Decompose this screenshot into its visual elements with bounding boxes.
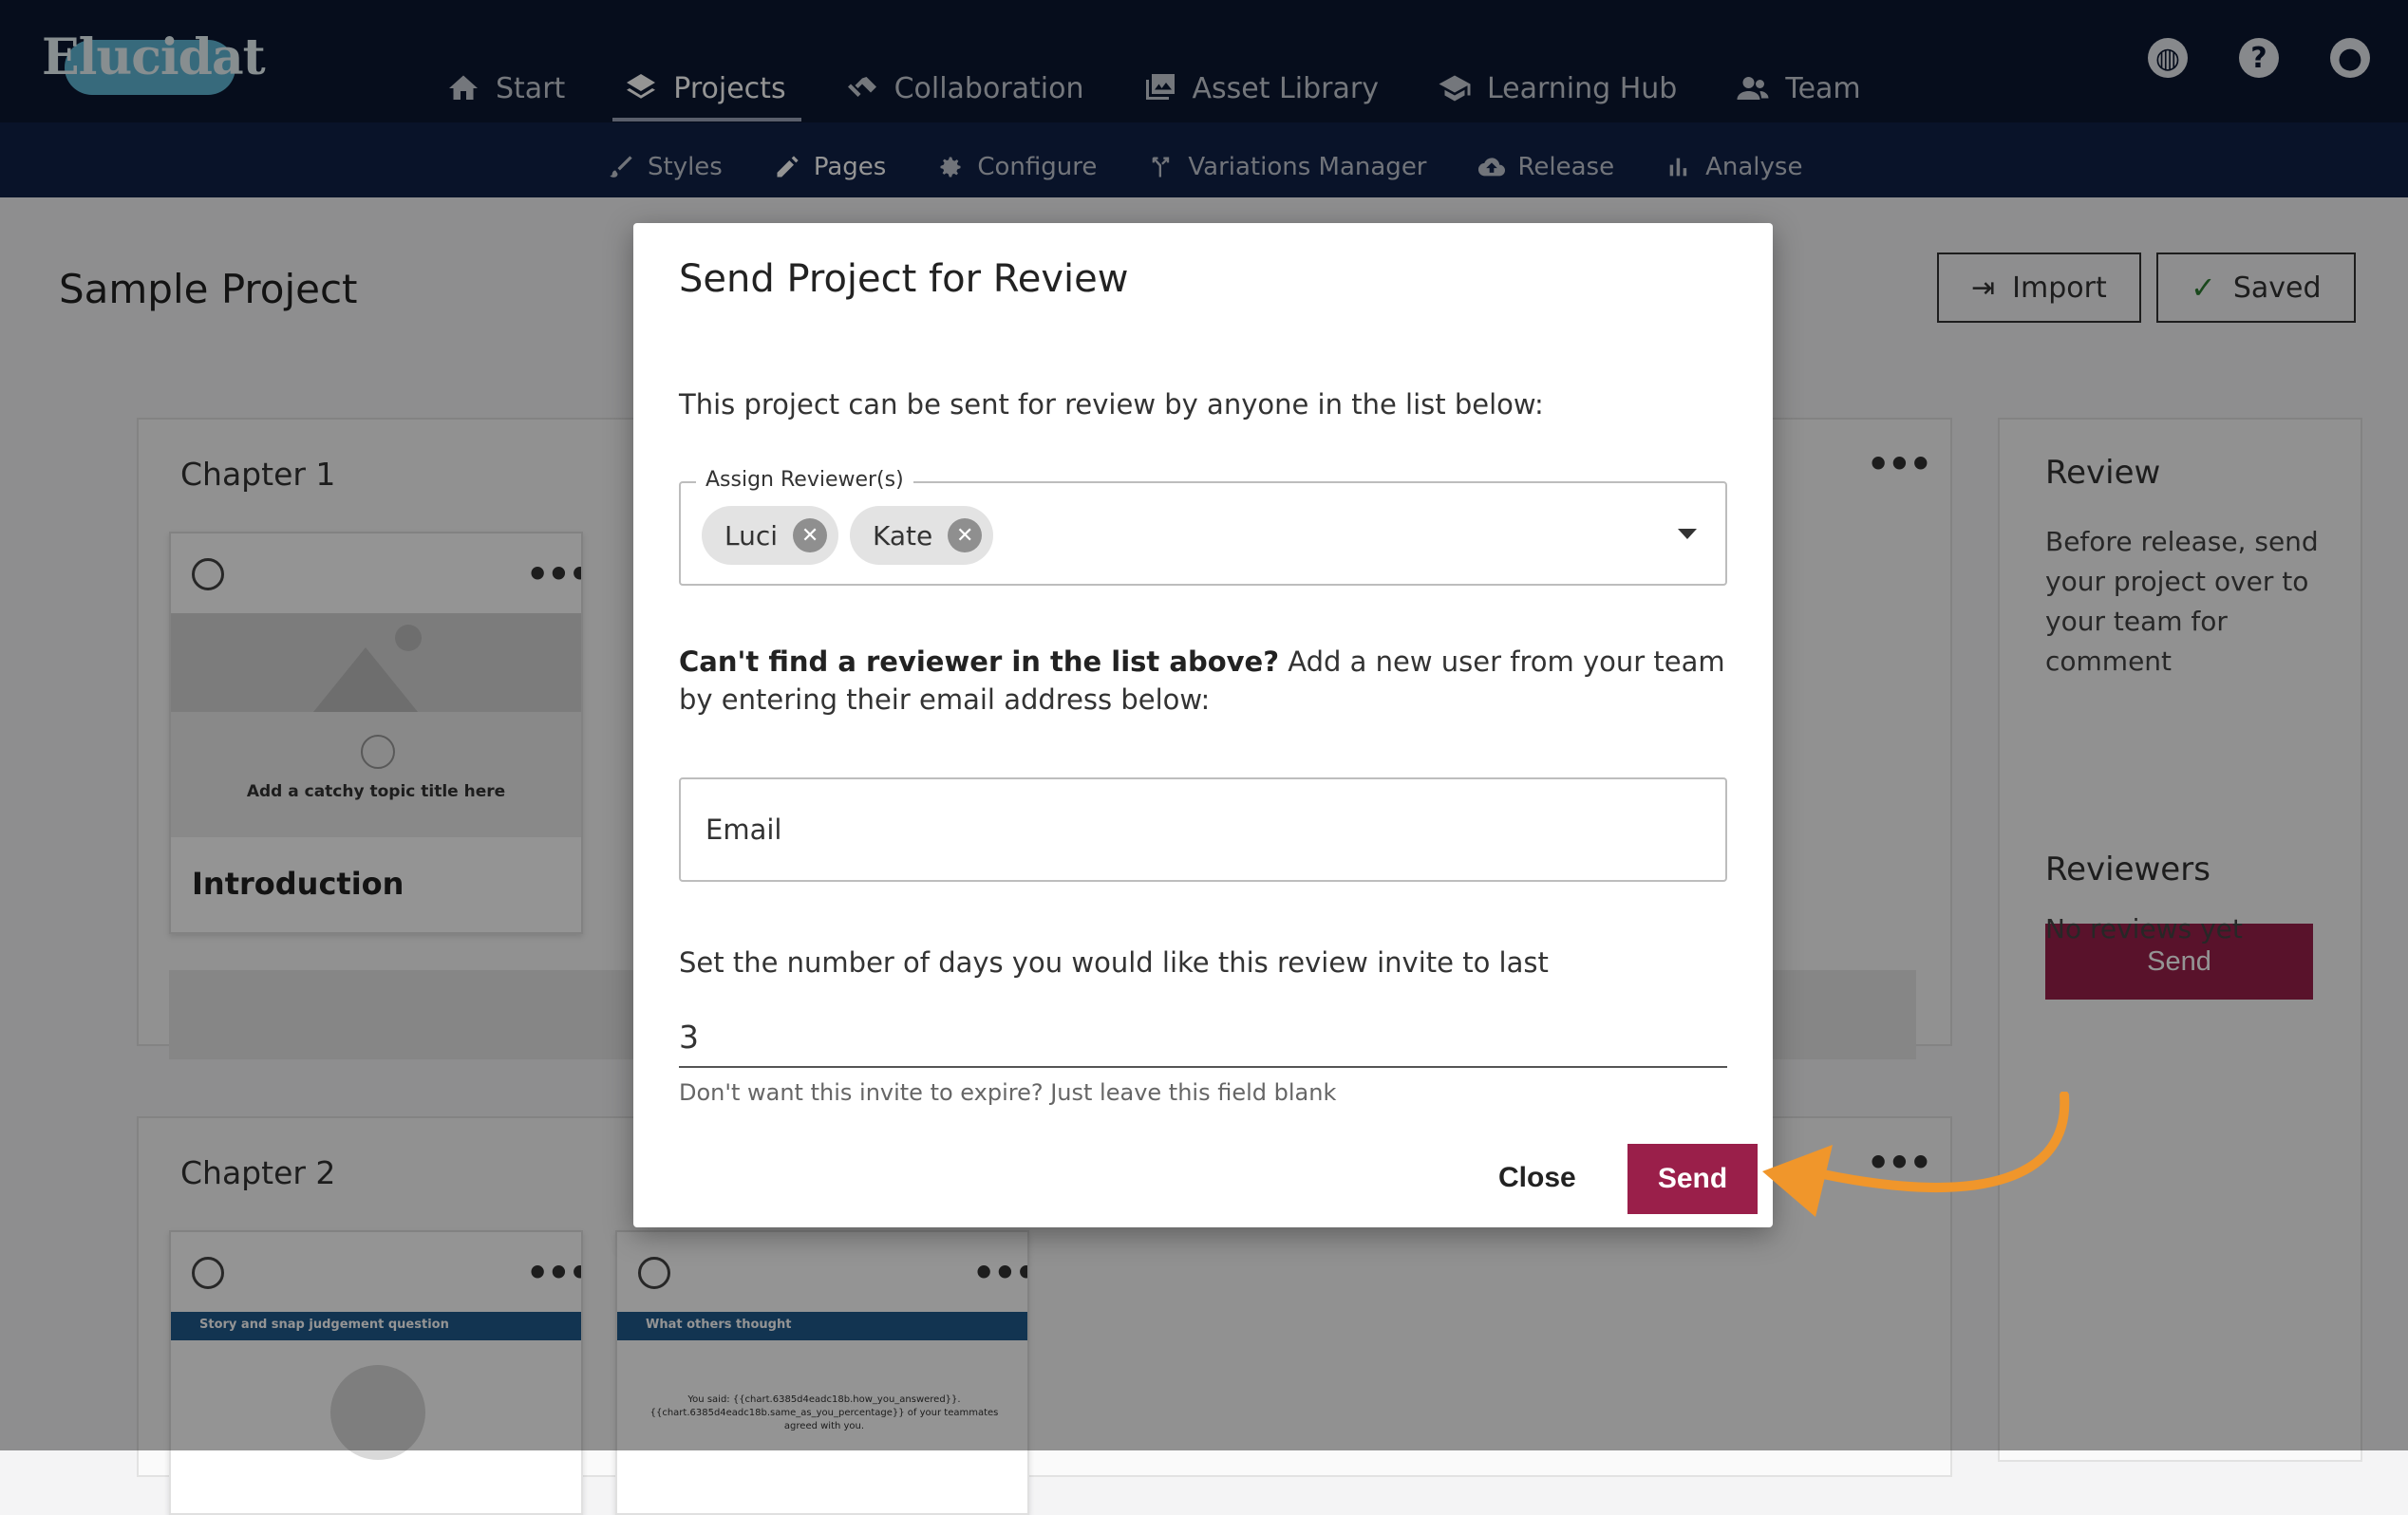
cant-find-reviewer-text: Can't find a reviewer in the list above?…: [679, 643, 1733, 719]
send-for-review-dialog: Send Project for Review This project can…: [633, 223, 1773, 1227]
cant-find-bold: Can't find a reviewer in the list above?: [679, 645, 1280, 678]
dropdown-caret-icon[interactable]: [1678, 529, 1697, 539]
dialog-intro-text: This project can be sent for review by a…: [679, 388, 1544, 421]
email-placeholder: Email: [705, 814, 782, 846]
email-field[interactable]: Email: [679, 777, 1727, 882]
days-help-text: Don't want this invite to expire? Just l…: [679, 1079, 1337, 1106]
reviewer-chip: Luci ✕: [702, 506, 839, 565]
send-button[interactable]: Send: [1627, 1144, 1758, 1214]
reviewer-chip-label: Luci: [724, 519, 779, 552]
reviewer-chip: Kate ✕: [850, 506, 994, 565]
days-label: Set the number of days you would like th…: [679, 946, 1549, 979]
remove-chip-icon[interactable]: ✕: [948, 518, 983, 552]
annotation-arrow-icon: [1762, 1092, 2070, 1217]
assign-reviewers-select[interactable]: Assign Reviewer(s) Luci ✕ Kate ✕: [679, 468, 1727, 586]
reviewer-chip-label: Kate: [873, 519, 933, 552]
close-button[interactable]: Close: [1493, 1144, 1582, 1212]
days-input[interactable]: [679, 1007, 1727, 1068]
remove-chip-icon[interactable]: ✕: [793, 518, 828, 552]
modal-backdrop-top: [0, 0, 2408, 197]
assign-reviewers-label: Assign Reviewer(s): [696, 468, 913, 492]
dialog-title: Send Project for Review: [679, 257, 1129, 301]
